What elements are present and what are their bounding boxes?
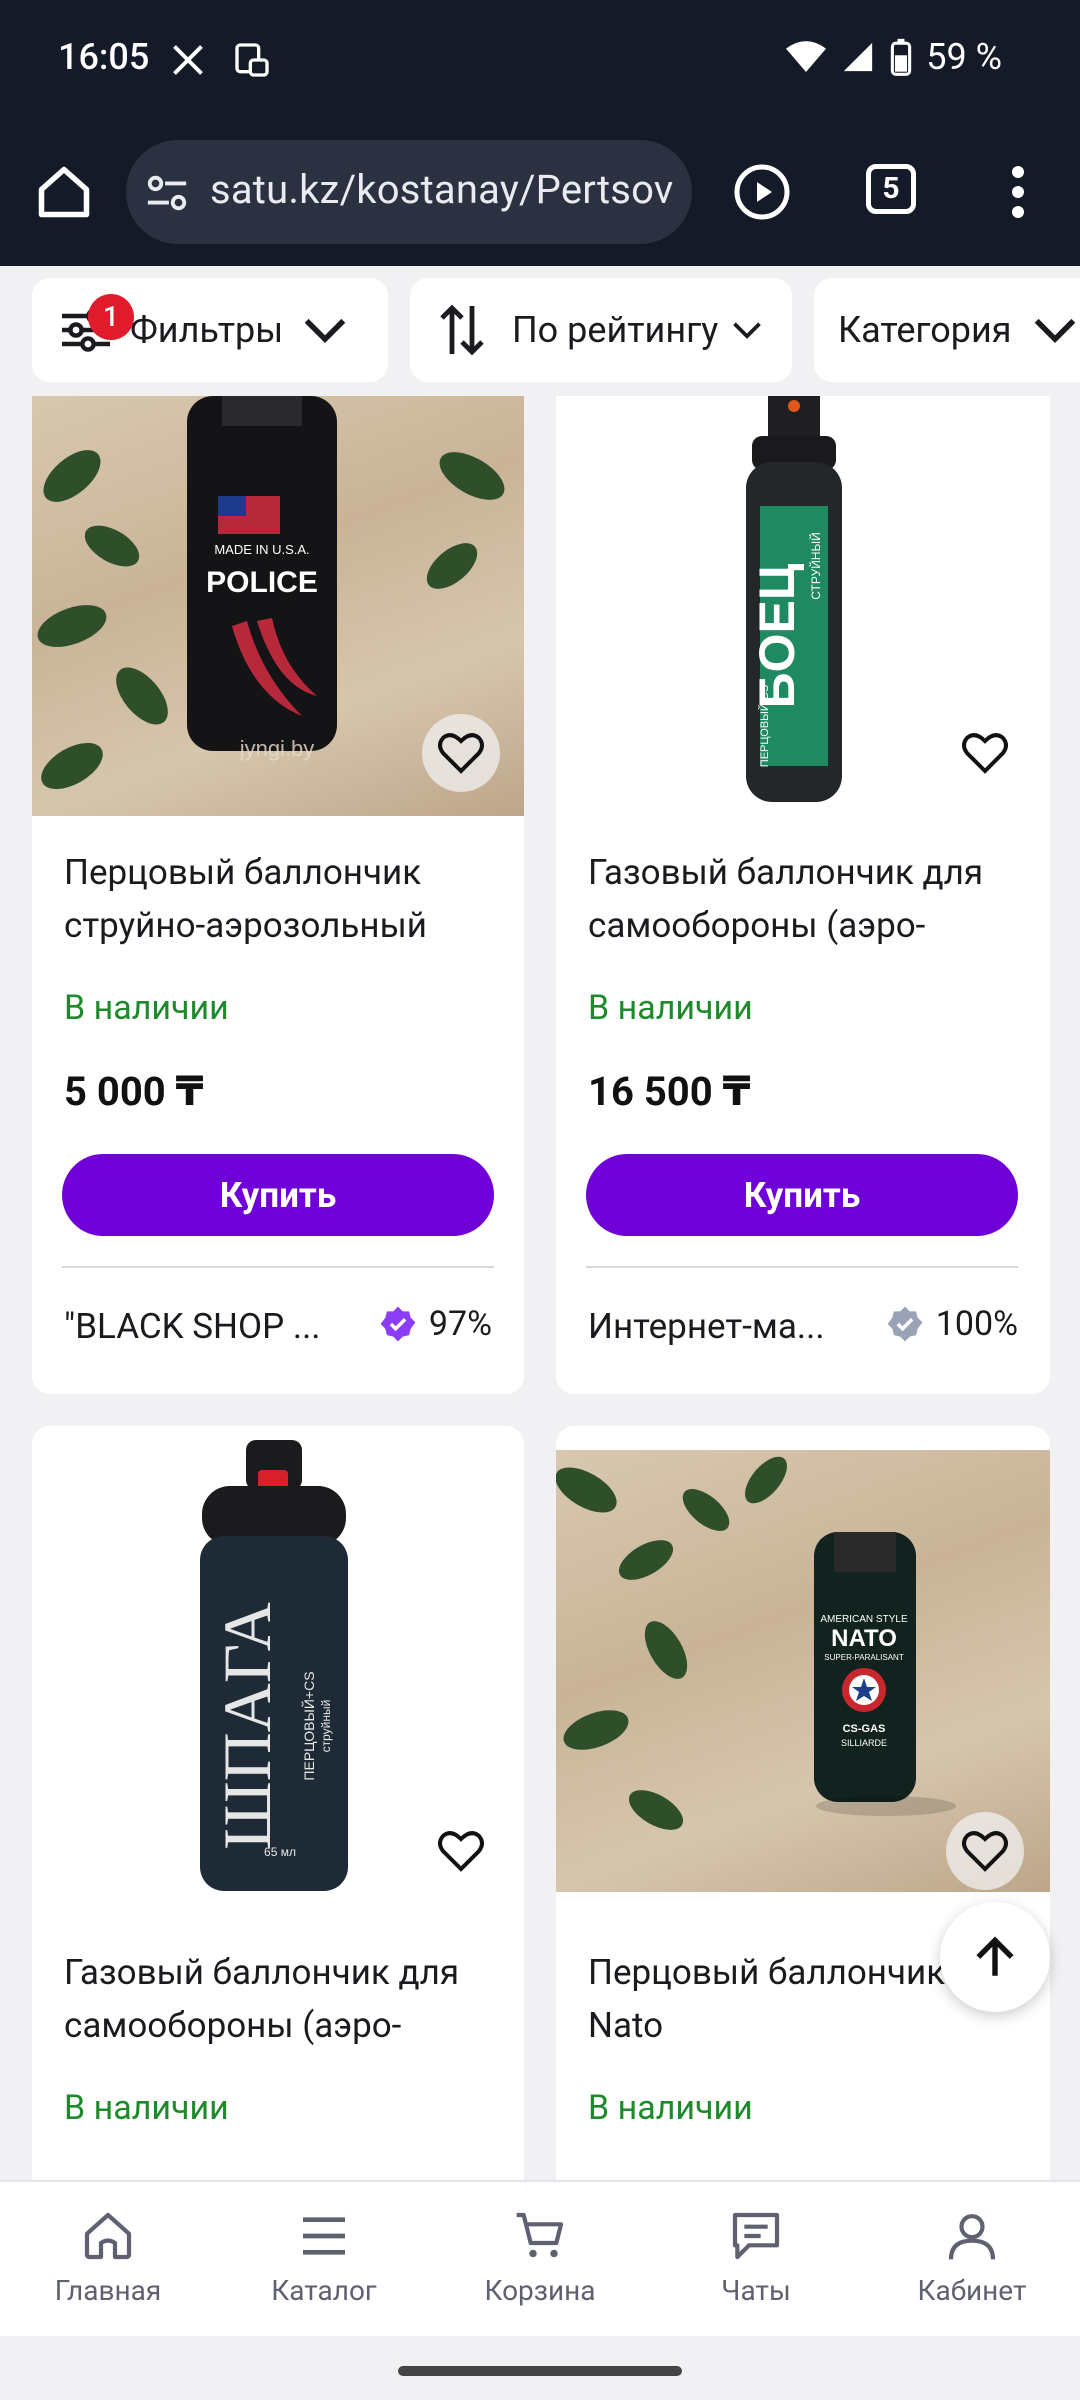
image-subtype-text: струйный [319, 1700, 333, 1753]
nav-label: Кабинет [917, 2274, 1027, 2307]
nav-label: Главная [54, 2274, 162, 2307]
product-card[interactable]: MADE IN U.S.A. POLICE jyngi.by Перцовый … [32, 396, 524, 1394]
chevron-down-icon [1035, 318, 1076, 344]
bottom-navigation: Главная Каталог Корзина Чаты Кабинет [0, 2180, 1080, 2338]
filters-count-badge: 1 [88, 294, 134, 340]
status-bar: 16:05 59 % [0, 0, 1080, 118]
product-card[interactable]: AMERICAN STYLE NATO SUPER-PARALISANT CS-… [556, 1426, 1050, 2186]
image-style-text: AMERICAN STYLE [820, 1614, 908, 1625]
product-price: 16 500 ₸ [588, 1068, 751, 1115]
buy-button[interactable]: Купить [586, 1154, 1018, 1236]
arrow-up-icon [976, 1936, 1014, 1976]
wifi-icon [786, 41, 827, 72]
favorite-button[interactable] [946, 1812, 1024, 1890]
signal-icon [844, 42, 873, 72]
buy-button[interactable]: Купить [62, 1154, 494, 1236]
divider [62, 1266, 494, 1268]
home-icon [84, 2212, 132, 2260]
stock-status: В наличии [588, 988, 753, 1028]
nav-item-account[interactable]: Кабинет [882, 2208, 1062, 2307]
image-gas-text: CS-GAS [843, 1723, 886, 1735]
seller-rating: 97% [379, 1304, 492, 1344]
image-brand-text: NATO [831, 1625, 897, 1652]
favorite-button[interactable] [422, 1812, 500, 1890]
scroll-to-top-button[interactable] [940, 1902, 1050, 2012]
product-title[interactable]: Газовый баллончик для самообороны (аэро- [64, 1946, 504, 2052]
image-subtype-text: ПЕРЦОВЫЙ CS [758, 685, 771, 767]
site-settings-icon[interactable] [144, 170, 190, 216]
battery-percent: 59 % [926, 36, 1002, 78]
notification-icons [170, 40, 272, 80]
nav-item-catalog[interactable]: Каталог [234, 2208, 414, 2307]
image-brand-text: POLICE [206, 566, 318, 599]
sim-icon [235, 43, 269, 77]
seller-name[interactable]: "BLACK SHOP ... [64, 1306, 321, 1347]
category-button[interactable]: Категория [814, 278, 1080, 382]
seller-rating: 100% [886, 1304, 1018, 1344]
url-text[interactable]: satu.kz/kostanay/Pertsov [210, 166, 673, 213]
chat-icon [732, 2212, 780, 2260]
heart-icon [962, 1831, 1008, 1872]
nav-item-cart[interactable]: Корзина [450, 2208, 630, 2307]
sort-label: По рейтингу [512, 309, 719, 351]
url-bar[interactable]: satu.kz/kostanay/Pertsov [126, 140, 692, 244]
nav-label: Чаты [721, 2274, 791, 2307]
nav-item-chats[interactable]: Чаты [666, 2208, 846, 2307]
play-icon[interactable] [732, 162, 792, 222]
tab-switcher-button[interactable]: 5 [866, 164, 916, 214]
verified-badge-icon [887, 1306, 923, 1342]
product-title[interactable]: Перцовый баллончик струйно-аэрозольный [64, 846, 504, 952]
menu-icon [303, 2217, 345, 2255]
cart-icon [516, 2212, 564, 2258]
system-icons: 59 % [786, 36, 1002, 78]
favorite-button[interactable] [422, 714, 500, 792]
filters-button[interactable]: Фильтры 1 [32, 278, 388, 382]
stock-status: В наличии [64, 988, 229, 1028]
nav-label: Корзина [484, 2274, 596, 2307]
stock-status: В наличии [64, 2088, 229, 2128]
sort-arrows-icon [440, 304, 484, 356]
home-button-icon[interactable] [34, 162, 94, 222]
status-time: 16:05 [58, 36, 150, 78]
image-made-in-text: MADE IN U.S.A. [214, 542, 309, 557]
more-options-icon[interactable] [1000, 162, 1036, 222]
image-type-text: ПЕРЦОВЫЙ+CS [300, 1671, 317, 1780]
chevron-down-icon [733, 322, 762, 339]
product-card[interactable]: БОЕЦ СТРУЙНЫЙ ПЕРЦОВЫЙ CS Газовый баллон… [556, 396, 1050, 1394]
image-brand-text: БОЕЦ [749, 563, 805, 708]
divider [586, 1266, 1018, 1268]
image-maker-text: SILLIARDE [841, 1738, 887, 1748]
image-brand-text: ШПАГА [209, 1602, 285, 1850]
image-subtitle-text: SUPER-PARALISANT [824, 1653, 904, 1662]
filters-label: Фильтры [130, 309, 284, 351]
gesture-handle[interactable] [398, 2366, 682, 2376]
image-type-text: СТРУЙНЫЙ [808, 532, 823, 600]
stock-status: В наличии [588, 2088, 753, 2128]
seller-name[interactable]: Интернет-ма... [588, 1306, 825, 1347]
browser-toolbar: satu.kz/kostanay/Pertsov 5 [0, 118, 1080, 266]
favorite-button[interactable] [946, 714, 1024, 792]
heart-icon [962, 733, 1008, 774]
heart-icon [438, 733, 484, 774]
gesture-area [0, 2336, 1080, 2400]
user-icon [948, 2214, 996, 2260]
nav-label: Каталог [271, 2274, 377, 2307]
nav-item-home[interactable]: Главная [18, 2208, 198, 2307]
sort-button[interactable]: По рейтингу [410, 278, 792, 382]
image-watermark: jyngi.by [239, 736, 315, 761]
battery-icon [891, 38, 912, 76]
rating-value: 100% [935, 1304, 1018, 1344]
product-price: 5 000 ₸ [64, 1068, 204, 1115]
chevron-down-icon [304, 318, 346, 344]
product-title[interactable]: Газовый баллончик для самообороны (аэро- [588, 846, 1028, 952]
heart-icon [438, 1831, 484, 1872]
filter-bar: Фильтры 1 По рейтингу Категория [0, 266, 1080, 394]
image-volume-text: 65 мл [264, 1845, 296, 1859]
verified-badge-icon [380, 1306, 416, 1342]
category-label: Категория [838, 309, 1012, 351]
x-icon [173, 45, 203, 75]
rating-value: 97% [428, 1304, 492, 1344]
product-card[interactable]: ШПАГА ПЕРЦОВЫЙ+CS струйный 65 мл Газовый… [32, 1426, 524, 2186]
